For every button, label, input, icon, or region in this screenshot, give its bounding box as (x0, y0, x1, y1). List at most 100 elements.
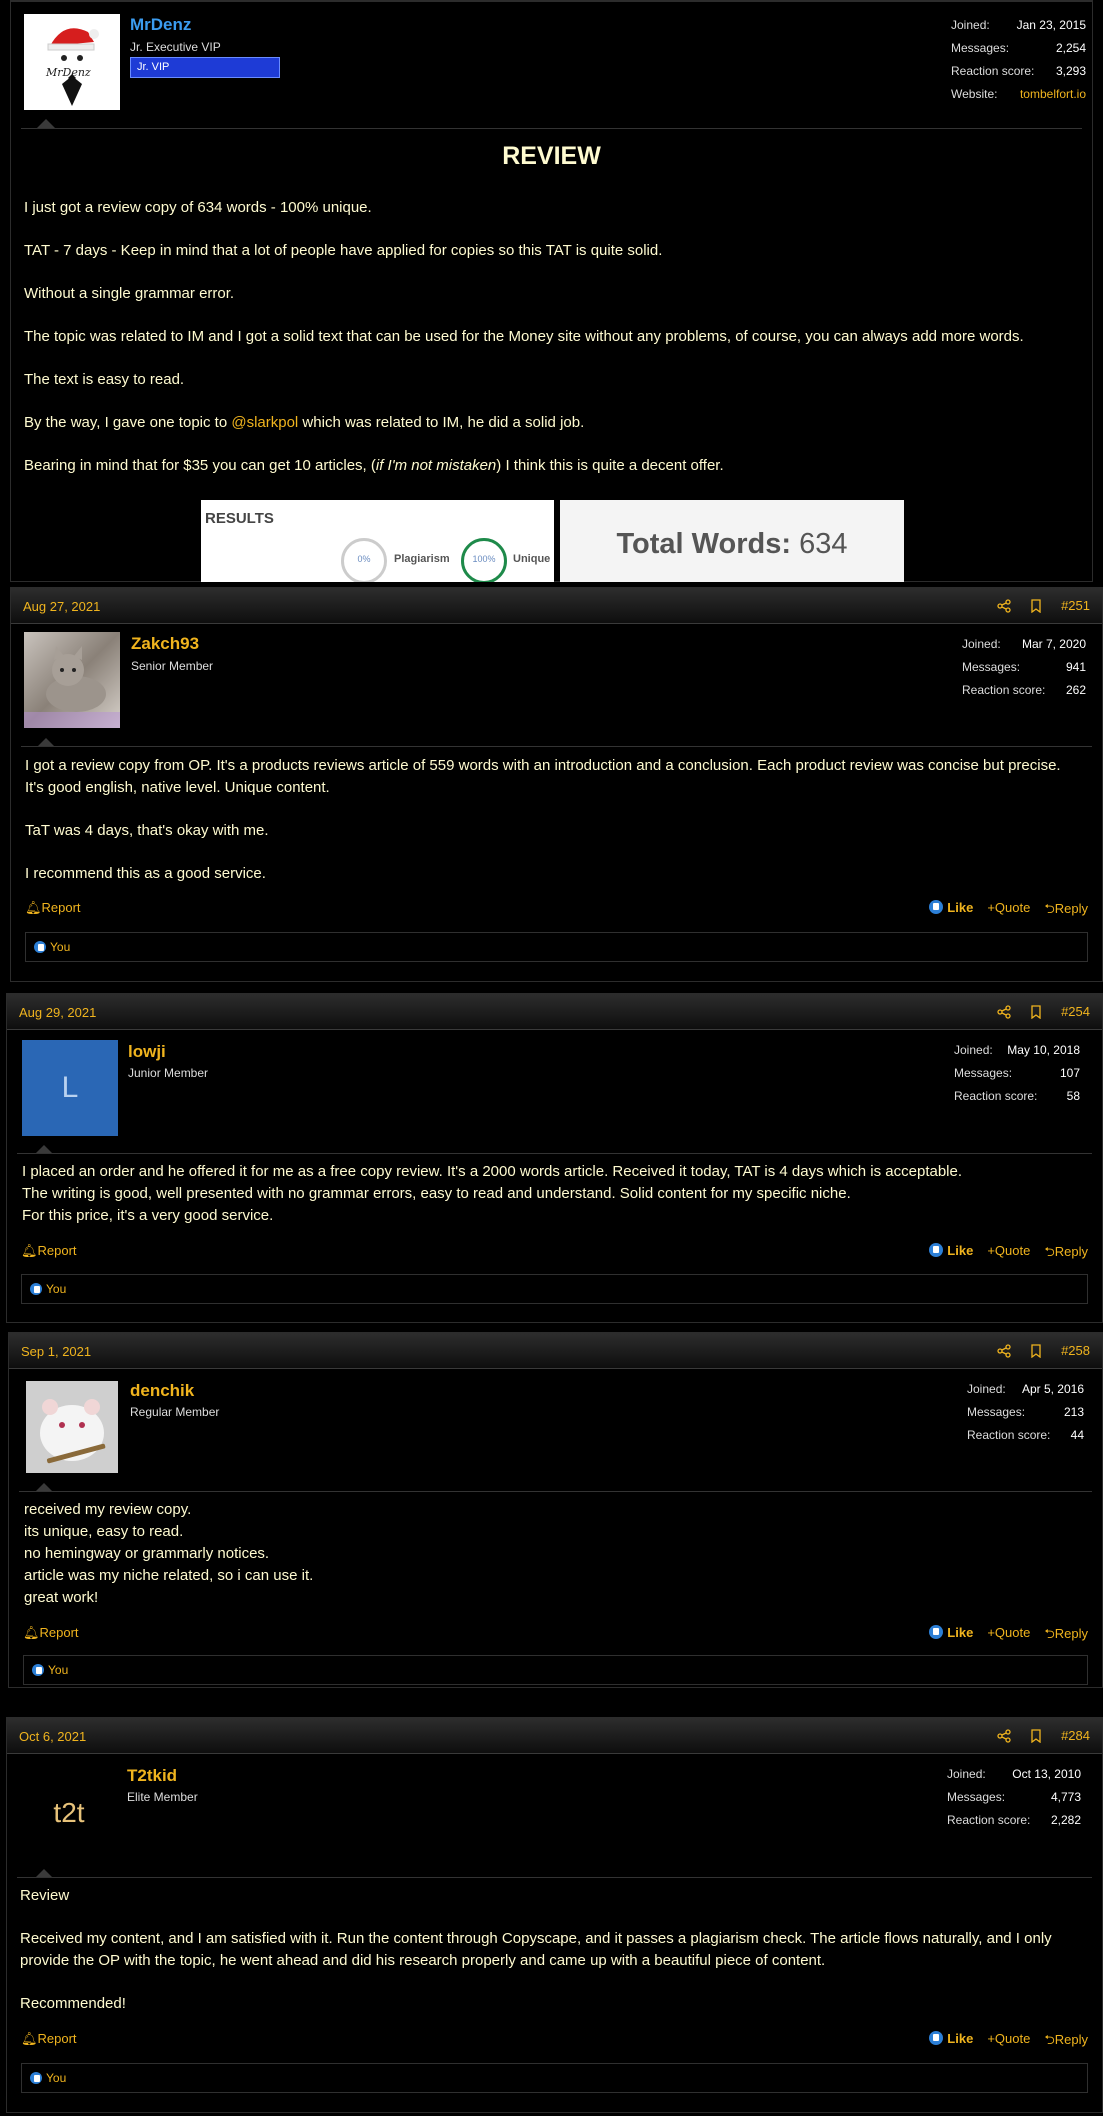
post-footer-actions: Like +Quote ⮌Reply (929, 1625, 1088, 1647)
thumbs-up-icon (929, 2031, 944, 2045)
avatar-denchik[interactable] (26, 1381, 118, 1473)
share-icon[interactable] (997, 598, 1011, 613)
share-icon[interactable] (997, 1728, 1011, 1743)
post-footer: 🔔︎Report Like +Quote ⮌Reply (21, 1241, 1088, 1261)
share-icon[interactable] (997, 1343, 1011, 1358)
post-number[interactable]: #254 (1061, 1004, 1090, 1019)
post-header-actions: #284 (997, 1728, 1090, 1743)
post-date[interactable]: Aug 27, 2021 (23, 599, 100, 614)
reacted-by[interactable]: You (50, 940, 70, 954)
quote-button[interactable]: +Quote (987, 900, 1030, 922)
santa-hat-logo-icon (47, 28, 99, 106)
bookmark-icon[interactable] (1029, 1728, 1043, 1743)
avatar-lowji[interactable]: L (22, 1040, 118, 1136)
reacted-by[interactable]: You (46, 1282, 66, 1296)
post-date[interactable]: Oct 6, 2021 (19, 1729, 86, 1744)
avatar-logo-text: MrDenz (46, 66, 91, 79)
quote-button[interactable]: +Quote (987, 2031, 1030, 2053)
share-icon[interactable] (997, 1004, 1011, 1019)
stat-joined: Joined: Jan 23, 2015 (951, 18, 1086, 32)
avatar-text: t2t (53, 1797, 85, 1828)
post-footer: 🔔︎Report Like +Quote ⮌Reply (25, 898, 1088, 918)
like-button[interactable]: Like (929, 900, 973, 922)
paragraph-line: I placed an order and he offered it for … (22, 1163, 963, 1180)
like-button[interactable]: Like (929, 1625, 973, 1647)
post-footer: 🔔︎Report Like +Quote ⮌Reply (21, 2029, 1088, 2049)
reactions-bar[interactable]: You (21, 2063, 1088, 2093)
post-number[interactable]: #251 (1061, 598, 1090, 613)
plus-icon: + (987, 900, 995, 915)
website-link[interactable]: tombelfort.io (1020, 87, 1086, 110)
total-words-image[interactable]: Total Words: 634 (560, 500, 904, 582)
user-stats: Joined: Oct 13, 2010 Messages: 4,773 React… (947, 1767, 1081, 1836)
post-251: Aug 27, 2021 #251 Zakch93 Senior Member … (10, 587, 1103, 982)
reply-button[interactable]: ⮌Reply (1044, 900, 1088, 922)
paragraph-line: its unique, easy to read. (24, 1523, 184, 1540)
reactions-bar[interactable]: You (21, 1274, 1088, 1304)
stat-messages: Messages: 2,254 (951, 41, 1086, 55)
avatar-mrdenz[interactable]: MrDenz (24, 14, 120, 110)
stat-messages: Messages: 941 (962, 660, 1086, 674)
post-number[interactable]: #284 (1061, 1728, 1090, 1743)
user-title: Senior Member (131, 659, 214, 673)
reactions-bar[interactable]: You (23, 1655, 1088, 1685)
message-separator (21, 746, 1092, 747)
username[interactable]: denchik (130, 1381, 194, 1401)
avatar-zakch93[interactable] (24, 632, 120, 728)
stat-joined: Joined: Oct 13, 2010 (947, 1767, 1081, 1781)
reactions-bar[interactable]: You (25, 932, 1088, 962)
reply-button[interactable]: ⮌Reply (1044, 1625, 1088, 1647)
post-date[interactable]: Sep 1, 2021 (21, 1344, 91, 1359)
user-title: Junior Member (128, 1066, 209, 1080)
like-reaction-icon (30, 1283, 42, 1295)
username[interactable]: Zakch93 (131, 634, 199, 654)
username[interactable]: MrDenz (130, 15, 191, 35)
avatar-t2tkid[interactable]: t2t (21, 1765, 117, 1861)
post-number[interactable]: #258 (1061, 1343, 1090, 1358)
user-stats: Joined: Mar 7, 2020 Messages: 941 Reaction… (962, 637, 1086, 706)
message-pointer (37, 119, 55, 128)
quote-button[interactable]: +Quote (987, 1243, 1030, 1265)
post-body: Review Received my content, and I am sat… (20, 1885, 1080, 2036)
report-button[interactable]: 🔔︎Report (21, 1243, 77, 1259)
bookmark-icon[interactable] (1029, 1343, 1043, 1358)
results-title: RESULTS (205, 510, 274, 527)
like-button[interactable]: Like (929, 1243, 973, 1265)
cat-photo-icon (24, 646, 120, 728)
user-stats: Joined: Jan 23, 2015 Messages: 2,254 React… (951, 18, 1086, 110)
stat-joined: Joined: Mar 7, 2020 (962, 637, 1086, 651)
unique-value: 100% (472, 554, 496, 564)
paragraph-line: The writing is good, well presented with… (22, 1185, 851, 1202)
report-button[interactable]: 🔔︎Report (21, 2031, 77, 2047)
post-date[interactable]: Aug 29, 2021 (19, 1005, 96, 1020)
bookmark-icon[interactable] (1029, 598, 1043, 613)
reacted-by[interactable]: You (46, 2071, 66, 2085)
username[interactable]: lowji (128, 1042, 166, 1062)
post-body: I just got a review copy of 634 words - … (24, 197, 1084, 498)
post-header: Oct 6, 2021 #284 (7, 1718, 1102, 1754)
reacted-by[interactable]: You (48, 1663, 68, 1677)
report-button[interactable]: 🔔︎Report (23, 1625, 79, 1641)
paragraph-line: received my review copy. (24, 1501, 192, 1518)
paragraph-line: great work! (24, 1589, 99, 1606)
post-footer-actions: Like +Quote ⮌Reply (929, 900, 1088, 922)
message-separator (19, 1491, 1092, 1492)
quote-button[interactable]: +Quote (987, 1625, 1030, 1647)
reply-button[interactable]: ⮌Reply (1044, 1243, 1088, 1265)
like-button[interactable]: Like (929, 2031, 973, 2053)
reply-button[interactable]: ⮌Reply (1044, 2031, 1088, 2053)
thumbs-up-icon (929, 1243, 944, 1257)
post-footer: 🔔︎Report Like +Quote ⮌Reply (23, 1623, 1088, 1643)
hamster-photo-icon (26, 1381, 118, 1473)
post-258: Sep 1, 2021 #258 denchik Regular Member … (8, 1332, 1103, 1688)
username[interactable]: T2tkid (127, 1766, 177, 1786)
results-image[interactable]: RESULTS 0% Plagiarism 100% Unique (201, 500, 554, 582)
paragraph: I recommend this as a good service. (25, 865, 266, 882)
report-button[interactable]: 🔔︎Report (25, 900, 81, 916)
user-mention-link[interactable]: @slarkpol (231, 414, 298, 431)
bookmark-icon[interactable] (1029, 1004, 1043, 1019)
stat-joined: Joined: May 10, 2018 (954, 1043, 1080, 1057)
total-words-label: Total Words: (616, 528, 792, 560)
stat-messages: Messages: 107 (954, 1066, 1080, 1080)
paragraph-line: no hemingway or grammarly notices. (24, 1545, 270, 1562)
